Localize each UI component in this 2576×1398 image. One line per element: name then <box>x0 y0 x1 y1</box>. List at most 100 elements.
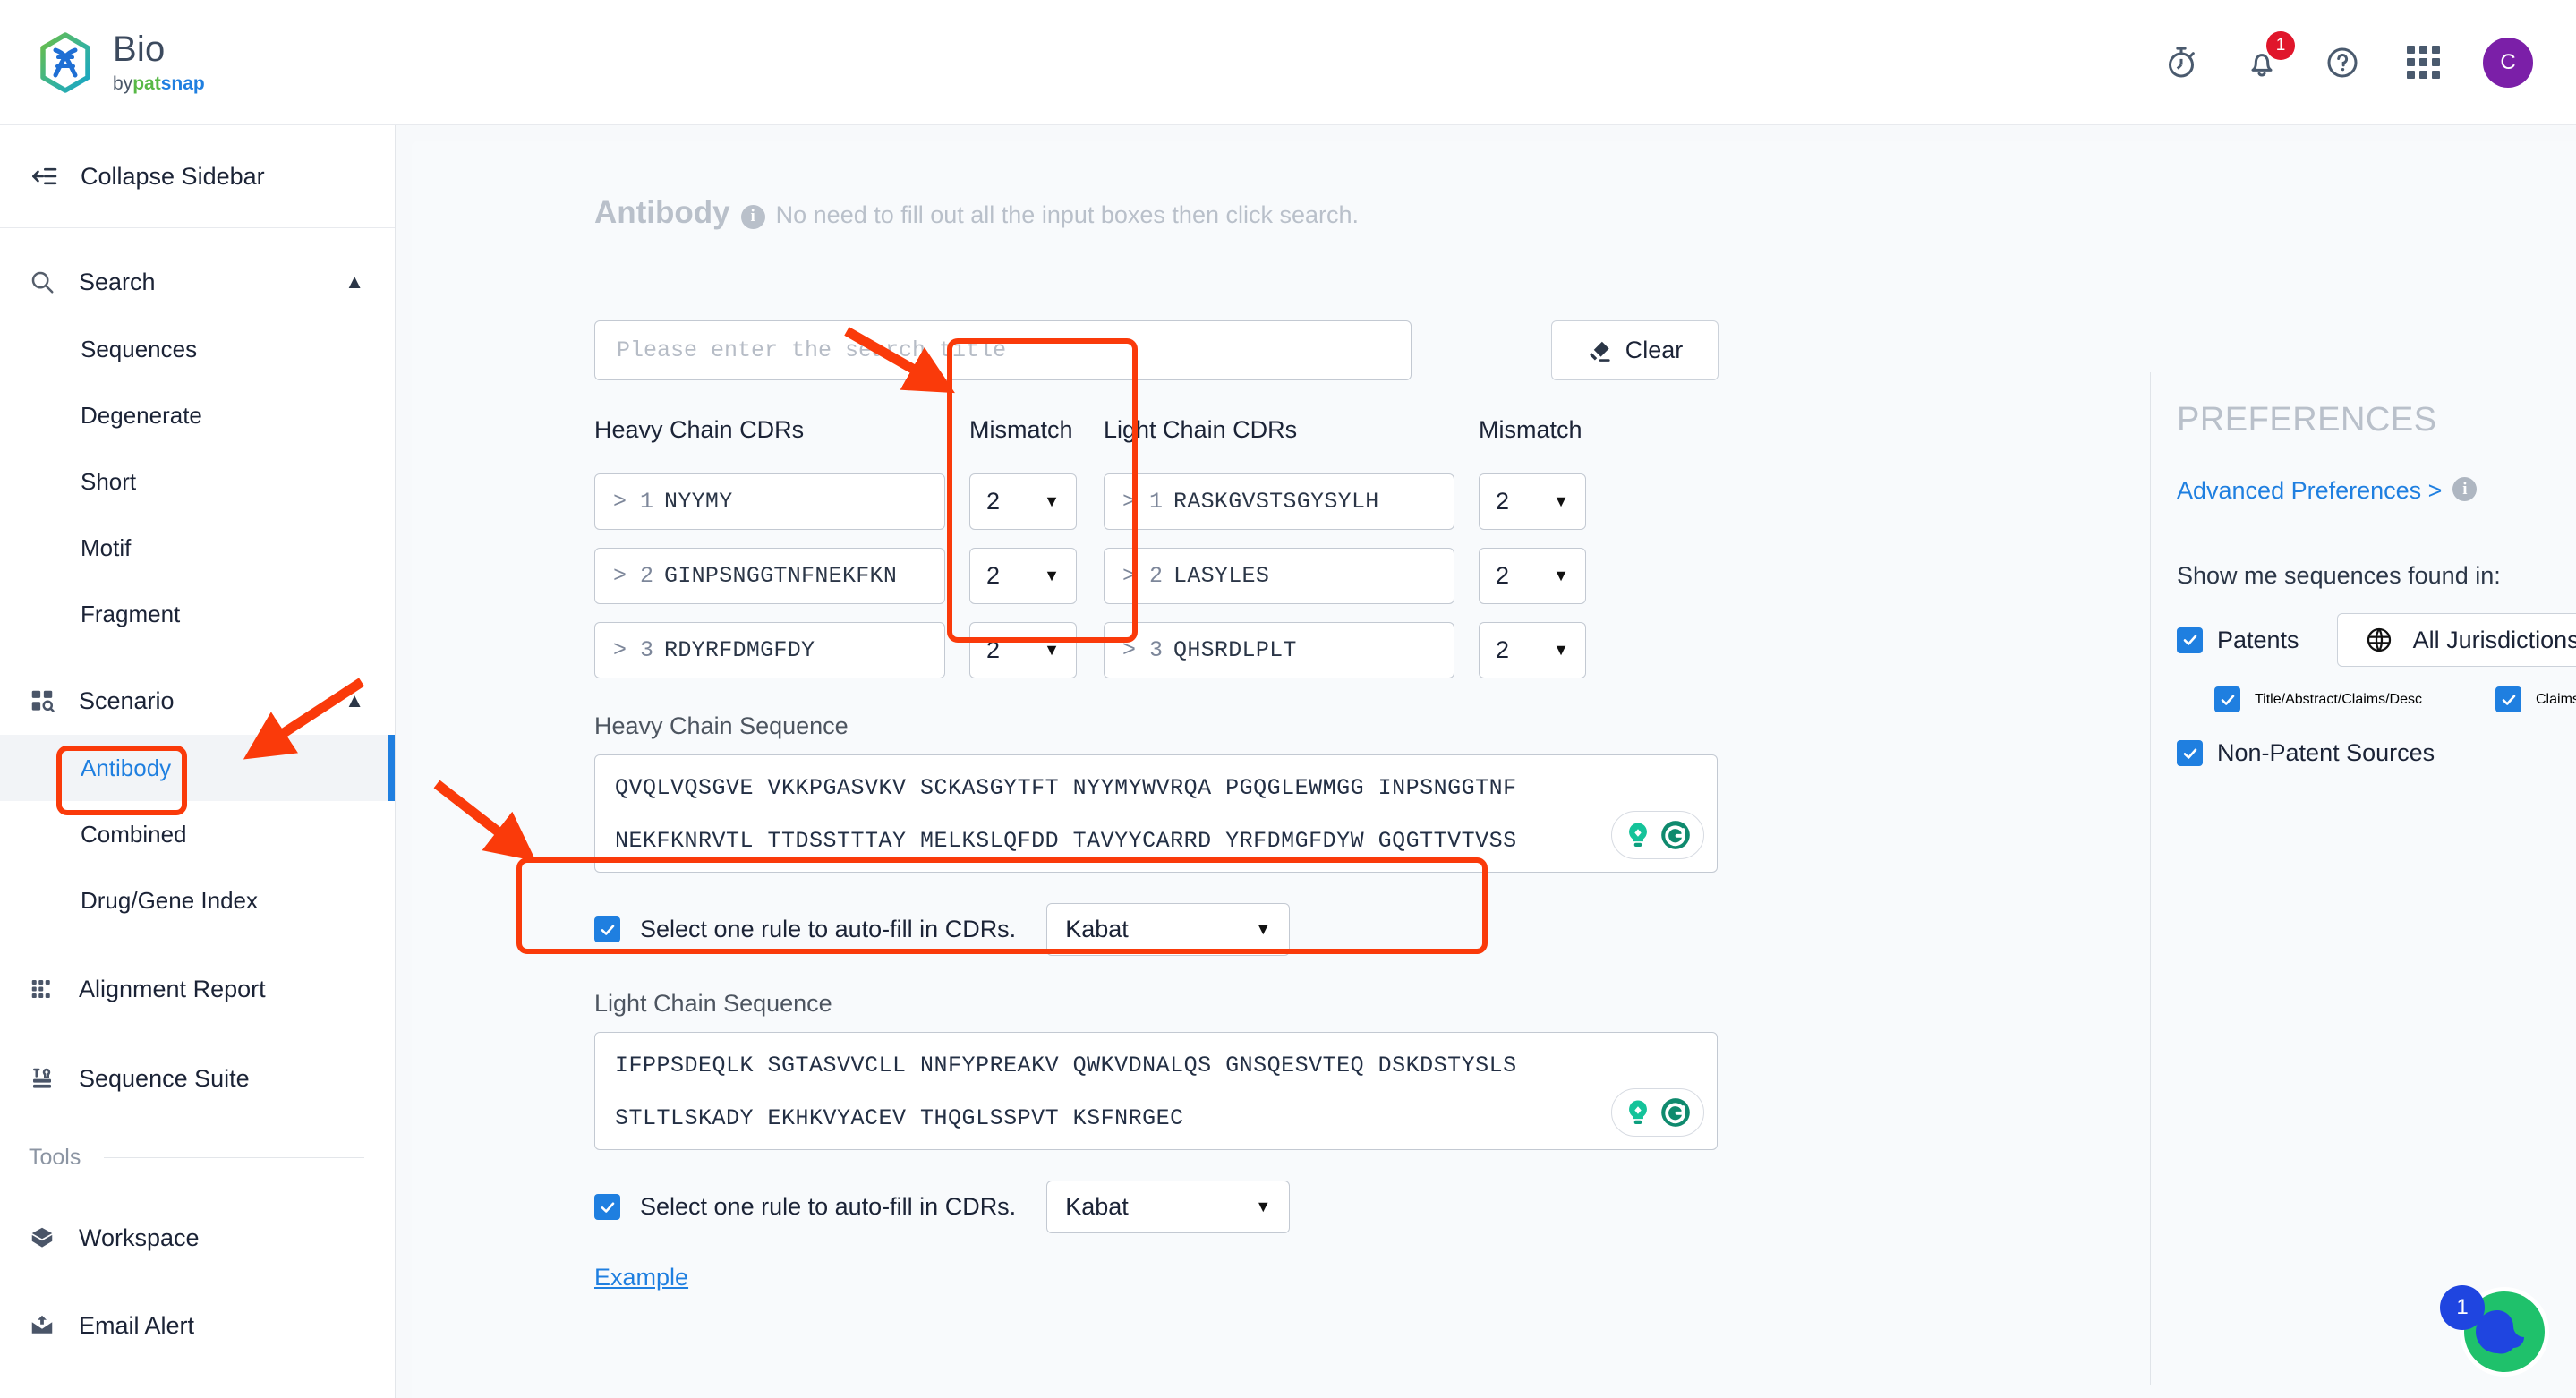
collapse-sidebar-button[interactable]: Collapse Sidebar <box>0 125 395 228</box>
light-autofill-checkbox[interactable] <box>594 1194 620 1220</box>
heavy-cdr-3-input[interactable]: > 3 RDYRFDMGFDY <box>594 622 945 678</box>
light-cdr-1-index: > 1 <box>1122 489 1164 515</box>
heavy-cdr-3-index: > 3 <box>613 637 654 663</box>
light-cdr-3-value: QHSRDLPLT <box>1173 637 1297 663</box>
sidebar-section-tools: Tools <box>0 1129 395 1186</box>
sidebar-nav: Search ▲ Sequences Degenerate Short Moti… <box>0 228 395 1360</box>
brand-logo[interactable]: Bio bypatsnap <box>38 31 205 93</box>
jurisdictions-button[interactable]: All Jurisdictions <box>2336 613 2576 667</box>
avatar[interactable]: C <box>2483 37 2533 88</box>
sidebar-group-search-label: Search <box>79 268 156 295</box>
light-cdr-1-value: RASKGVSTSGYSYLH <box>1173 489 1379 515</box>
patent-fields-row: Title/Abstract/Claims/Desc Claims <box>2214 686 2576 712</box>
light-mismatch-header: Mismatch <box>1479 416 1582 443</box>
divider <box>104 1156 364 1158</box>
heavy-chain-sequence-box[interactable]: QVQLVQSGVE VKKPGASVKV SCKASGYTFT NYYMYWV… <box>594 754 1718 873</box>
sidebar-group-scenario[interactable]: Scenario ▲ <box>0 667 395 735</box>
search-title-row: Clear <box>594 320 1767 380</box>
light-mismatch-2-value: 2 <box>1496 562 1510 589</box>
advanced-preferences-link[interactable]: Advanced Preferences > <box>2177 477 2442 505</box>
brand-subtitle: bypatsnap <box>113 74 205 93</box>
light-sequence-line-1: IFPPSDEQLK SGTASVVCLL NNFYPREAKV QWKVDNA… <box>615 1054 1517 1077</box>
clear-label: Clear <box>1625 337 1684 363</box>
heavy-cdr-2-input[interactable]: > 2 GINPSNGGTNFNEKFKN <box>594 548 945 604</box>
sidebar-item-motif[interactable]: Motif <box>0 515 395 581</box>
sidebar-item-antibody[interactable]: Antibody <box>0 735 395 801</box>
heavy-cdr-1-input[interactable]: > 1 NYYMY <box>594 473 945 530</box>
sidebar-item-drug-gene-index[interactable]: Drug/Gene Index <box>0 867 395 933</box>
example-link[interactable]: Example <box>594 1264 688 1291</box>
light-cdr-1-input[interactable]: > 1 RASKGVSTSGYSYLH <box>1104 473 1454 530</box>
heavy-mismatch-2-select[interactable]: 2 ▼ <box>969 548 1077 604</box>
heavy-chain-cdrs-header: Heavy Chain CDRs <box>594 416 805 443</box>
heavy-autofill-label: Select one rule to auto-fill in CDRs. <box>640 916 1017 942</box>
heavy-autofill-checkbox[interactable] <box>594 916 620 942</box>
brand-by: by <box>113 73 133 94</box>
sidebar-item-label: Sequences <box>81 335 198 362</box>
light-sequence-line-2: STLTLSKADY EKHKVYACEV THQGLSSPVT KSFNRGE… <box>615 1107 1184 1129</box>
info-icon[interactable]: i <box>740 204 765 229</box>
sidebar-item-workspace[interactable]: Workspace <box>0 1204 395 1272</box>
sidebar-group-scenario-label: Scenario <box>79 686 175 714</box>
sidebar-item-alignment-report[interactable]: Alignment Report <box>0 955 395 1023</box>
light-cdr-2-input[interactable]: > 2 LASYLES <box>1104 548 1454 604</box>
light-mismatch-1-select[interactable]: 2 ▼ <box>1479 473 1586 530</box>
sidebar-group-search[interactable]: Search ▲ <box>0 248 395 316</box>
sidebar-item-label: Drug/Gene Index <box>81 886 259 914</box>
show-me-label: Show me sequences found in: <box>2177 562 2501 589</box>
light-cdr-3-input[interactable]: > 3 QHSRDLPLT <box>1104 622 1454 678</box>
sidebar-item-email-alert[interactable]: Email Alert <box>0 1291 395 1360</box>
heavy-mismatch-3-value: 2 <box>986 636 1001 663</box>
chat-widget[interactable]: 1 <box>2440 1278 2556 1385</box>
clear-button[interactable]: Clear <box>1551 320 1719 380</box>
sidebar-item-fragment[interactable]: Fragment <box>0 581 395 647</box>
sidebar-item-combined[interactable]: Combined <box>0 801 395 867</box>
non-patent-sources-label: Non-Patent Sources <box>2217 739 2435 766</box>
lightbulb-icon <box>1629 823 1647 848</box>
sidebar-item-label: Combined <box>81 820 187 848</box>
history-stopwatch-icon[interactable] <box>2161 42 2202 83</box>
apps-grid-icon[interactable] <box>2402 42 2444 83</box>
sidebar-item-short[interactable]: Short <box>0 448 395 515</box>
sidebar-item-sequences[interactable]: Sequences <box>0 316 395 382</box>
sidebar-item-sequence-suite[interactable]: Sequence Suite <box>0 1044 395 1112</box>
light-chain-sequence-box[interactable]: IFPPSDEQLK SGTASVVCLL NNFYPREAKV QWKVDNA… <box>594 1032 1718 1150</box>
heavy-mismatch-1-select[interactable]: 2 ▼ <box>969 473 1077 530</box>
patents-label: Patents <box>2217 626 2299 653</box>
light-chain-cdr-column: Light Chain CDRs > 1 RASKGVSTSGYSYLH > 2… <box>1104 416 1454 678</box>
non-patent-sources-checkbox[interactable] <box>2177 740 2203 766</box>
sidebar-item-label: Sequence Suite <box>79 1064 250 1092</box>
toolbox-icon <box>33 1068 51 1088</box>
light-mismatch-2-select[interactable]: 2 ▼ <box>1479 548 1586 604</box>
claims-checkbox[interactable] <box>2495 686 2521 712</box>
light-autofill-rule-value: Kabat <box>1065 1193 1129 1220</box>
title-abstract-claims-desc-checkbox[interactable] <box>2214 686 2240 712</box>
info-icon[interactable]: i <box>2452 477 2478 501</box>
light-autofill-rule-select[interactable]: Kabat ▼ <box>1046 1181 1291 1233</box>
collapse-sidebar-label: Collapse Sidebar <box>81 162 265 190</box>
globe-icon <box>2367 627 2391 652</box>
light-autofill-label: Select one rule to auto-fill in CDRs. <box>640 1193 1017 1220</box>
patents-checkbox[interactable] <box>2177 627 2203 653</box>
chevron-up-icon: ▲ <box>345 689 364 712</box>
heavy-mismatch-3-select[interactable]: 2 ▼ <box>969 622 1077 678</box>
heavy-autofill-rule-select[interactable]: Kabat ▼ <box>1046 903 1291 956</box>
light-cdr-3-index: > 3 <box>1122 637 1164 663</box>
preferences-panel: PREFERENCES Advanced Preferences > i Sho… <box>2177 401 2576 767</box>
sidebar-item-degenerate[interactable]: Degenerate <box>0 382 395 448</box>
notifications-bell-icon[interactable]: 1 <box>2241 30 2295 83</box>
heavy-autofill-rule-value: Kabat <box>1065 916 1129 942</box>
search-title-input[interactable] <box>594 320 1412 380</box>
chevron-down-icon: ▼ <box>1255 920 1272 938</box>
heavy-cdr-2-value: GINPSNGGTNFNEKFKN <box>664 563 898 589</box>
light-mismatch-1-value: 2 <box>1496 488 1510 515</box>
grammarly-widget[interactable] <box>1611 811 1704 859</box>
brand-title: Bio <box>113 30 166 69</box>
heavy-sequence-line-1: QVQLVQSGVE VKKPGASVKV SCKASGYTFT NYYMYWV… <box>615 777 1517 799</box>
help-icon[interactable] <box>2322 42 2363 83</box>
brand-snap: snap <box>160 73 205 94</box>
grammarly-widget[interactable] <box>1611 1088 1704 1137</box>
top-bar: Bio bypatsnap 1 C <box>0 0 2576 125</box>
light-mismatch-3-select[interactable]: 2 ▼ <box>1479 622 1586 678</box>
sidebar-item-label: Antibody <box>81 754 172 781</box>
